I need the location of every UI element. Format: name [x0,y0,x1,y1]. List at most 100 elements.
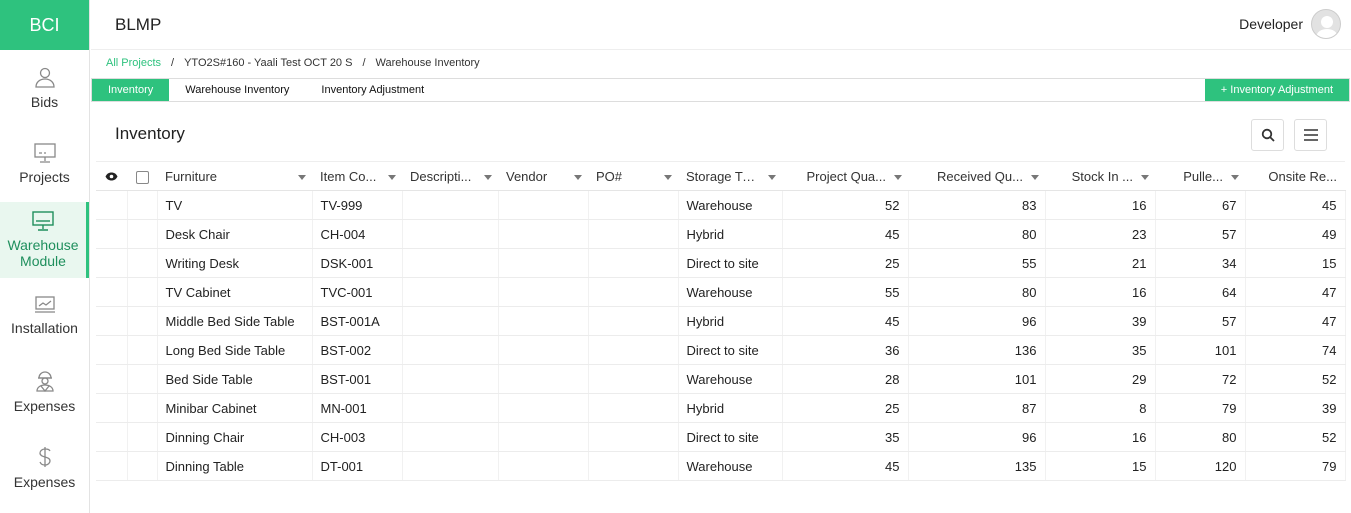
sort-caret-icon[interactable] [298,175,306,180]
table-row[interactable]: TV TV-999 Warehouse 52 83 16 67 45 [96,190,1346,220]
chart-monitor-icon [34,296,55,313]
select-all-checkbox[interactable] [135,170,149,184]
breadcrumb-current: Warehouse Inventory [375,57,480,69]
table-cell [498,364,589,394]
search-button[interactable] [1251,119,1284,151]
breadcrumb-project[interactable]: YTO2S#160 - Yaali Test OCT 20 S [184,57,352,69]
column-header-pulled[interactable]: Pulle... [1155,161,1245,191]
sort-caret-icon[interactable] [1231,175,1239,180]
table-cell [402,364,499,394]
table-row[interactable]: Writing Desk DSK-001 Direct to site 25 55 21 3… [96,248,1346,278]
table-cell: 25 [782,248,909,278]
tab-inventory[interactable]: Inventory [92,79,170,101]
table-cell [402,248,499,278]
row-select-cell[interactable] [127,422,158,452]
table-cell [588,219,679,249]
row-select-cell[interactable] [127,306,158,336]
visibility-column-header[interactable] [96,161,127,191]
column-header-project-quantity[interactable]: Project Qua... [782,161,908,191]
sidebar-item-label: Warehouse Module [7,237,79,269]
table-cell: Dinning Table [157,451,313,481]
tab-warehouse-inventory[interactable]: Warehouse Inventory [169,79,305,101]
sidebar-item-warehouse-module[interactable]: Warehouse Module [0,202,89,278]
sidebar-item-expenses-dollar[interactable]: Expenses [0,430,89,506]
avatar[interactable] [1311,9,1341,39]
table-row[interactable]: Bed Side Table BST-001 Warehouse 28 101 29 72 5… [96,364,1346,394]
row-visibility-cell [96,393,128,423]
breadcrumb-all-projects[interactable]: All Projects [106,57,161,69]
row-select-cell[interactable] [127,190,158,220]
avatar-placeholder-icon [1315,16,1339,38]
panel-title: Inventory [115,124,185,143]
column-header-item-code[interactable]: Item Co... [312,161,402,191]
sidebar-item-bids[interactable]: Bids [0,50,89,126]
table-cell [588,451,679,481]
table-cell: 80 [908,219,1046,249]
sort-caret-icon[interactable] [484,175,492,180]
row-select-cell[interactable] [127,335,158,365]
table-cell: 47 [1245,277,1346,307]
table-row[interactable]: Desk Chair CH-004 Hybrid 45 80 23 57 49 [96,219,1346,249]
column-header-vendor[interactable]: Vendor [498,161,588,191]
sidebar-item-label: Expenses [13,474,76,490]
table-cell: 49 [1245,219,1346,249]
column-header-description[interactable]: Descripti... [402,161,498,191]
table-cell [402,451,499,481]
table-cell: Direct to site [678,335,783,365]
select-all-checkbox-header[interactable] [127,161,157,191]
tab-inventory-adjustment[interactable]: Inventory Adjustment [305,79,440,101]
row-select-cell[interactable] [127,219,158,249]
table-cell: 45 [782,451,909,481]
table-row[interactable]: Middle Bed Side Table BST-001A Hybrid 45 96 3… [96,306,1346,336]
table-cell: 35 [782,422,909,452]
sort-caret-icon[interactable] [574,175,582,180]
column-header-furniture[interactable]: Furniture [157,161,312,191]
column-header-onsite-received[interactable]: Onsite Re... [1245,161,1345,191]
table-cell [402,422,499,452]
row-select-cell[interactable] [127,393,158,423]
sort-caret-icon[interactable] [1031,175,1039,180]
table-row[interactable]: Dinning Table DT-001 Warehouse 45 135 15 120 79 [96,451,1346,481]
table-cell [588,393,679,423]
column-header-po[interactable]: PO# [588,161,678,191]
add-inventory-adjustment-button[interactable]: + Inventory Adjustment [1204,79,1349,101]
sidebar-item-label: Projects [19,169,70,185]
row-select-cell[interactable] [127,451,158,481]
row-select-cell[interactable] [127,248,158,278]
table-cell: Direct to site [678,422,783,452]
dollar-icon [38,447,51,467]
sidebar: BCI Bids Projects Warehouse Module Insta… [0,0,90,513]
table-row[interactable]: TV Cabinet TVC-001 Warehouse 55 80 16 64 47 [96,277,1346,307]
table-cell: TV-999 [312,190,403,220]
table-cell: 136 [908,335,1046,365]
sort-caret-icon[interactable] [894,175,902,180]
row-select-cell[interactable] [127,277,158,307]
table-row[interactable]: Dinning Chair CH-003 Direct to site 35 96 16 8… [96,422,1346,452]
column-header-stock-in[interactable]: Stock In ... [1045,161,1155,191]
sort-caret-icon[interactable] [388,175,396,180]
sort-caret-icon[interactable] [1141,175,1149,180]
column-header-storage-type[interactable]: Storage Ty... [678,161,782,191]
table-cell: Bed Side Table [157,364,313,394]
table-cell: 80 [1155,422,1246,452]
table-row[interactable]: Long Bed Side Table BST-002 Direct to site… [96,335,1346,365]
table-cell: 47 [1245,306,1346,336]
table-cell: Warehouse [678,277,783,307]
eye-icon [105,172,118,180]
sort-caret-icon[interactable] [664,175,672,180]
table-cell: Dinning Chair [157,422,313,452]
sort-caret-icon[interactable] [768,175,776,180]
table-cell [498,451,589,481]
sidebar-item-projects[interactable]: Projects [0,126,89,202]
sidebar-item-expenses[interactable]: Expenses [0,354,89,430]
sidebar-item-installation[interactable]: Installation [0,278,89,354]
table-cell [498,219,589,249]
table-row[interactable]: Minibar Cabinet MN-001 Hybrid 25 87 8 79 39 [96,393,1346,423]
table-cell: BST-002 [312,335,403,365]
menu-button[interactable] [1294,119,1327,151]
sidebar-item-label: Expenses [13,398,76,414]
user-menu[interactable]: Developer [1239,9,1341,39]
logo[interactable]: BCI [0,0,89,50]
row-select-cell[interactable] [127,364,158,394]
column-header-received-quantity[interactable]: Received Qu... [908,161,1045,191]
